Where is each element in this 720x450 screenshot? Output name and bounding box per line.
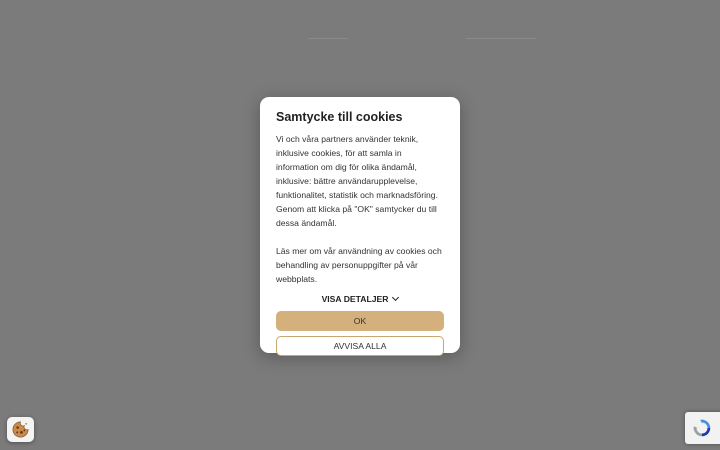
chevron-down-icon (392, 293, 400, 302)
background-divider (308, 38, 348, 39)
dialog-body: Vi och våra partners använder teknik, in… (276, 134, 442, 284)
cookie-consent-dialog: Samtycke till cookies Vi och våra partne… (260, 97, 460, 356)
show-details-toggle[interactable]: VISA DETALJER (276, 292, 444, 306)
show-details-label: VISA DETALJER (321, 294, 389, 304)
recaptcha-icon (693, 419, 711, 437)
cookie-settings-button[interactable] (7, 417, 34, 442)
dialog-title: Samtycke till cookies (276, 110, 403, 124)
reject-all-button[interactable]: AVVISA ALLA (276, 336, 444, 356)
background-divider (466, 38, 536, 39)
ok-button[interactable]: OK (276, 311, 444, 331)
cookie-icon (12, 421, 29, 438)
recaptcha-badge[interactable] (685, 412, 720, 444)
